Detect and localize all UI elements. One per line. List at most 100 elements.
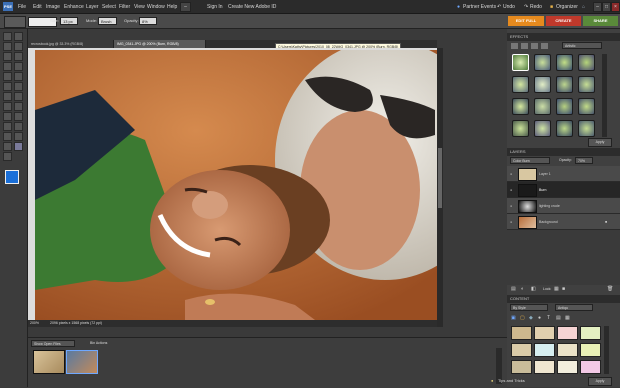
move-tool-icon[interactable] — [14, 42, 23, 51]
content-thumb-8[interactable] — [580, 343, 601, 357]
smart-brush-tool-icon[interactable] — [3, 122, 12, 131]
content-thumb-2[interactable] — [534, 326, 555, 340]
menu-edit[interactable]: Edit — [33, 3, 42, 11]
tool-preset-icon[interactable] — [4, 16, 26, 28]
trash-icon[interactable]: 🗑 — [607, 286, 613, 292]
zoom-level[interactable]: 200% — [30, 320, 39, 327]
lasso-tool-icon[interactable] — [14, 52, 23, 61]
effect-thumb-3[interactable] — [556, 54, 573, 71]
menu-select[interactable]: Select — [102, 3, 116, 11]
tab-share[interactable]: SHARE — [583, 16, 618, 26]
new-layer-icon[interactable]: ▤ — [511, 286, 516, 292]
content-scrollbar[interactable] — [604, 326, 609, 374]
effect-thumb-5[interactable] — [512, 76, 529, 93]
redo-button[interactable]: Redo — [530, 3, 542, 11]
content-filter-dropdown[interactable]: Antiqu — [555, 304, 593, 311]
eye-icon[interactable]: ● — [510, 182, 512, 198]
tab-create[interactable]: CREATE — [546, 16, 581, 26]
effect-thumb-7[interactable] — [556, 76, 573, 93]
tips-and-tricks-link[interactable]: Tips and Tricks — [498, 378, 525, 383]
minimize-icon[interactable]: – — [180, 2, 191, 12]
eye-icon[interactable]: ● — [510, 166, 512, 182]
content-panel-title[interactable]: CONTENT — [507, 295, 620, 303]
content-thumb-11[interactable] — [557, 360, 578, 374]
eye-icon[interactable]: ● — [510, 214, 512, 230]
sponge-tool-icon[interactable] — [3, 152, 12, 161]
create-id-link[interactable]: Create New Adobe ID — [228, 3, 276, 11]
window-close-icon[interactable]: × — [611, 2, 620, 12]
shapes-icon[interactable]: ● — [538, 315, 541, 321]
effects-apply-button[interactable]: Apply — [588, 138, 612, 147]
adjustment-layer-icon[interactable]: ◐ — [521, 286, 524, 292]
effect-thumb-14[interactable] — [534, 120, 551, 137]
scroll-thumb[interactable] — [438, 148, 442, 208]
effect-thumb-12[interactable] — [578, 98, 595, 115]
layer-mask-icon[interactable]: ◧ — [531, 286, 536, 292]
lock-transparent-icon[interactable]: ▦ — [554, 286, 559, 292]
type-tool-icon[interactable] — [3, 72, 12, 81]
content-thumb-3[interactable] — [557, 326, 578, 340]
menu-image[interactable]: Image — [46, 3, 60, 11]
effect-thumb-4[interactable] — [578, 54, 595, 71]
effect-thumb-1[interactable] — [512, 54, 529, 71]
straighten-tool-icon[interactable] — [14, 82, 23, 91]
backgrounds-icon[interactable]: ▣ — [511, 315, 516, 321]
effect-thumb-13[interactable] — [512, 120, 529, 137]
tab-document-2[interactable]: IMG_0341.JPG @ 200% (Burn, RGB/8) — [114, 40, 206, 48]
menu-enhance[interactable]: Enhance — [64, 3, 84, 11]
red-eye-tool-icon[interactable] — [3, 92, 12, 101]
layer-row-4[interactable]: ● Background ■ — [507, 214, 620, 230]
bin-actions-menu[interactable]: Bin Actions — [90, 341, 107, 345]
effect-thumb-9[interactable] — [512, 98, 529, 115]
effect-thumb-8[interactable] — [578, 76, 595, 93]
burn-tool-icon[interactable] — [14, 142, 23, 151]
sign-in-link[interactable]: Sign In — [207, 3, 223, 11]
layer-styles-icon[interactable] — [521, 43, 528, 49]
eraser-tool-icon[interactable] — [14, 102, 23, 111]
content-apply-button[interactable]: Apply — [588, 377, 612, 386]
brush-tool-icon[interactable] — [14, 112, 23, 121]
mode-dropdown[interactable]: Brush — [98, 17, 117, 25]
tab-edit-full[interactable]: EDIT FULL — [508, 16, 544, 26]
tab-document-1[interactable]: recrosbook.jpg @ 33.3% (RGB/8) — [28, 40, 114, 48]
graphics-icon[interactable]: ◆ — [529, 315, 533, 321]
content-thumb-1[interactable] — [511, 326, 532, 340]
eye-icon[interactable]: ● — [510, 198, 512, 214]
menu-layer[interactable]: Layer — [86, 3, 99, 11]
quick-selection-tool-icon[interactable] — [14, 62, 23, 71]
layers-panel-title[interactable]: LAYERS — [507, 148, 620, 156]
blur-tool-icon[interactable] — [3, 142, 12, 151]
content-thumb-9[interactable] — [511, 360, 532, 374]
organizer-button[interactable]: Organizer — [556, 3, 578, 11]
pencil-tool-icon[interactable] — [3, 112, 12, 121]
content-sort-dropdown[interactable]: By Style — [510, 304, 548, 311]
filters-icon[interactable] — [511, 43, 518, 49]
menu-help[interactable]: Help — [167, 3, 177, 11]
effect-thumb-16[interactable] — [578, 120, 595, 137]
home-icon[interactable]: ⌂ — [582, 3, 585, 11]
effect-thumb-10[interactable] — [534, 98, 551, 115]
blend-mode-dropdown[interactable]: Color Burn — [510, 157, 550, 164]
menu-filter[interactable]: Filter — [119, 3, 130, 11]
frames-icon[interactable]: ▢ — [520, 315, 525, 321]
lock-all-icon[interactable]: ■ — [562, 286, 565, 292]
spot-healing-tool-icon[interactable] — [14, 92, 23, 101]
layer-row-1[interactable]: ● Layer 1 — [507, 166, 620, 182]
content-thumb-4[interactable] — [580, 326, 601, 340]
menu-file[interactable]: File — [18, 3, 26, 11]
clone-stamp-tool-icon[interactable] — [3, 102, 12, 111]
content-thumb-7[interactable] — [557, 343, 578, 357]
effect-thumb-2[interactable] — [534, 54, 551, 71]
effects-category-dropdown[interactable]: Artistic — [562, 42, 602, 49]
paint-bucket-tool-icon[interactable] — [14, 122, 23, 131]
all-effects-icon[interactable] — [541, 43, 548, 49]
content-thumb-6[interactable] — [534, 343, 555, 357]
content-thumb-5[interactable] — [511, 343, 532, 357]
partner-events-link[interactable]: Partner Events — [463, 3, 496, 11]
foreground-color-swatch[interactable] — [5, 170, 19, 184]
content-thumb-12[interactable] — [580, 360, 601, 374]
window-maximize-icon[interactable]: □ — [602, 2, 611, 12]
cookie-cutter-tool-icon[interactable] — [3, 82, 12, 91]
layer-opacity-field[interactable]: 70% — [575, 157, 593, 164]
menu-view[interactable]: View — [134, 3, 145, 11]
